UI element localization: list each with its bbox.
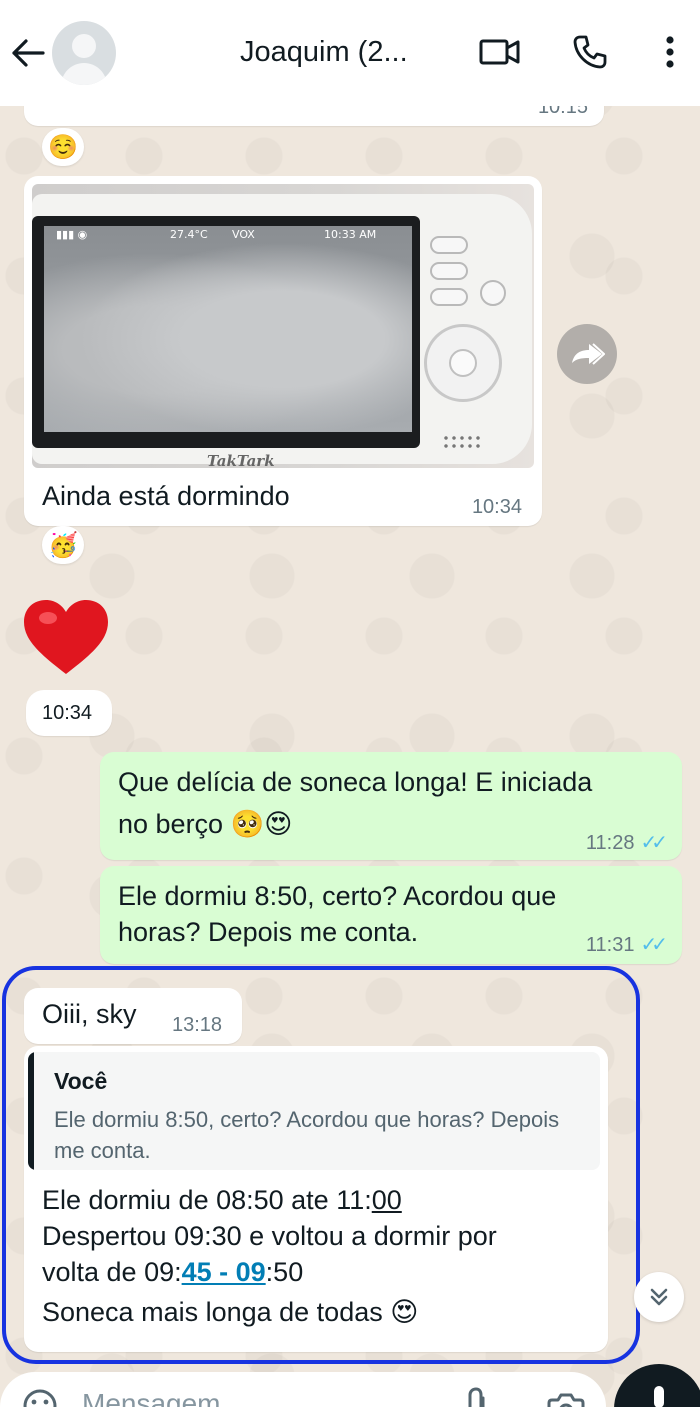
emoji: 😍 xyxy=(390,1297,419,1327)
monitor-power-button xyxy=(480,280,506,306)
double-chevron-down-icon[interactable] xyxy=(634,1272,684,1322)
osd-temperature: 27.4°C xyxy=(170,228,208,241)
read-ticks-icon: ✓✓ xyxy=(640,832,667,854)
monitor-dpad xyxy=(424,324,502,402)
video-call-icon[interactable] xyxy=(478,30,522,74)
message-text: horas? Depois me conta. xyxy=(118,917,419,947)
forward-icon[interactable] xyxy=(557,324,617,384)
message-text: Despertou 09:30 e voltou a dormir por xyxy=(42,1221,497,1251)
message-time: 13:18 xyxy=(172,1014,223,1036)
quote-text: Ele dormiu 8:50, certo? Acordou que hora… xyxy=(54,1107,560,1163)
quoted-message[interactable]: Você Ele dormiu 8:50, certo? Acordou que… xyxy=(28,1052,600,1170)
message-bubble-incoming[interactable]: Oiii, sky 13:18 xyxy=(24,988,242,1044)
message-reaction[interactable]: 🥳 xyxy=(42,526,84,564)
message-text: Que delícia de soneca longa! E iniciada xyxy=(118,767,593,797)
message-meta: 11:28 ✓✓ xyxy=(585,832,668,854)
message-bubble-outgoing[interactable]: Que delícia de soneca longa! E iniciada … xyxy=(100,752,682,860)
phone-icon[interactable] xyxy=(568,30,612,74)
contact-name[interactable]: Joaquim (2... xyxy=(240,36,408,69)
heart-emoji[interactable] xyxy=(22,598,110,678)
monitor-device: ▮▮▮ ◉ 27.4°C VOX 10:33 AM TakTark xyxy=(32,194,532,468)
monitor-button xyxy=(430,236,468,254)
emoji: 🥺😍 xyxy=(230,809,293,839)
monitor-button xyxy=(430,262,468,280)
attach-icon[interactable] xyxy=(466,1386,496,1407)
message-bubble-outgoing[interactable]: Ele dormiu 8:50, certo? Acordou que hora… xyxy=(100,866,682,964)
emoji-time-badge: 10:34 xyxy=(26,690,112,736)
quote-bar xyxy=(28,1052,34,1170)
camera-icon[interactable] xyxy=(546,1390,586,1407)
message-text: Oiii, sky xyxy=(42,999,137,1029)
emoji-icon[interactable] xyxy=(22,1388,58,1407)
back-arrow-icon[interactable] xyxy=(8,33,48,73)
message-text: Ele dormiu 8:50, certo? Acordou que xyxy=(118,881,557,911)
baby-monitor-photo[interactable]: ▮▮▮ ◉ 27.4°C VOX 10:33 AM TakTark xyxy=(32,184,534,468)
message-input[interactable]: Mensagem xyxy=(82,1388,221,1407)
more-vert-icon[interactable] xyxy=(648,30,692,74)
monitor-brand: TakTark xyxy=(207,452,275,468)
message-text: Soneca mais longa de todas 😍 xyxy=(42,1297,419,1327)
message-meta: 11:31 ✓✓ xyxy=(585,934,668,956)
chat-header: Joaquim (2... xyxy=(0,0,700,106)
message-text: volta de 09:45 - 09:50 xyxy=(42,1257,304,1287)
signal-icon: ▮▮▮ ◉ xyxy=(56,228,88,241)
time-link[interactable]: 45 - 09 xyxy=(182,1257,266,1287)
message-text: no berço 🥺😍 xyxy=(118,809,293,839)
message-reaction[interactable]: ☺️ xyxy=(42,128,84,166)
monitor-screen: ▮▮▮ ◉ 27.4°C VOX 10:33 AM xyxy=(32,216,420,448)
message-time: 10:34 xyxy=(42,702,93,724)
monitor-speaker xyxy=(442,434,482,450)
quote-author: Você xyxy=(54,1068,108,1094)
sleeping-baby-image xyxy=(44,226,412,432)
osd-time: 10:33 AM xyxy=(324,228,377,241)
photo-caption: Ainda está dormindo xyxy=(42,481,290,511)
osd-vox: VOX xyxy=(232,228,255,241)
message-text: Ele dormiu de 08:50 ate 11:00 xyxy=(42,1185,402,1215)
monitor-button xyxy=(430,288,468,306)
avatar-placeholder-icon[interactable] xyxy=(52,21,116,85)
message-time: 10:34 xyxy=(471,496,522,518)
read-ticks-icon: ✓✓ xyxy=(640,934,667,956)
